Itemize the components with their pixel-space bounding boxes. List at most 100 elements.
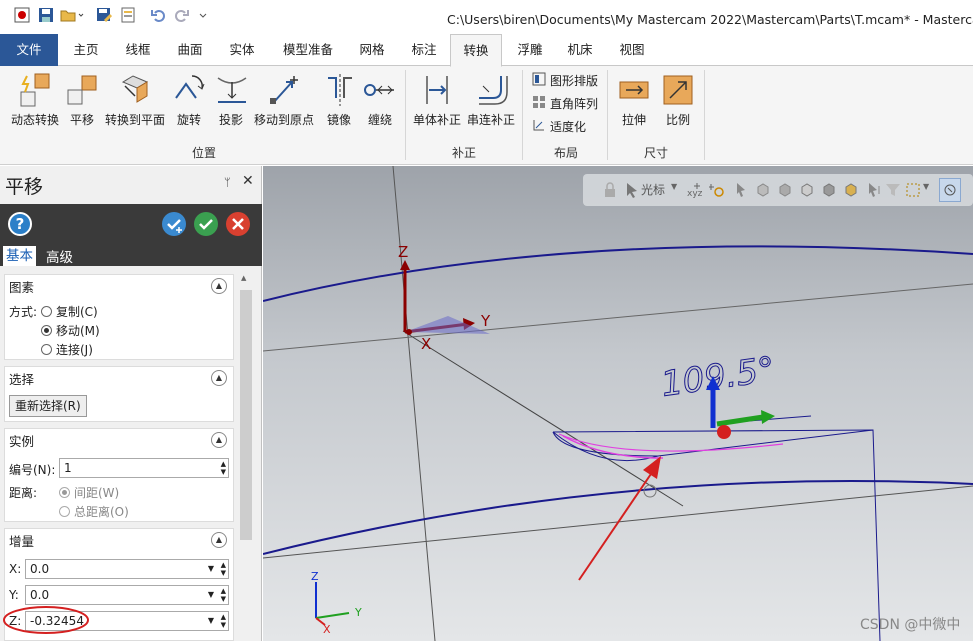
- autocursor-icon[interactable]: [708, 182, 725, 201]
- dropdown-icon[interactable]: ▼: [208, 591, 214, 599]
- tab-solids[interactable]: 实体: [220, 34, 264, 66]
- tab-model-prep[interactable]: 模型准备: [272, 34, 344, 66]
- reselect-button[interactable]: 重新选择(R): [9, 395, 87, 417]
- dropdown-icon[interactable]: ▼: [671, 182, 677, 191]
- pin-icon[interactable]: ᛘ: [224, 176, 231, 189]
- scroll-thumb[interactable]: [240, 290, 252, 540]
- tab-wireframe[interactable]: 线框: [116, 34, 160, 66]
- axis-x-label: X: [421, 335, 431, 353]
- radio-spacing[interactable]: 间距(W): [59, 484, 119, 501]
- spinner-icon[interactable]: ▲ ▼: [221, 561, 226, 577]
- select-chain-icon[interactable]: [867, 182, 883, 201]
- radio-button[interactable]: [41, 325, 52, 336]
- collapse-icon[interactable]: ▲: [211, 532, 227, 548]
- verify-select-icon[interactable]: [939, 178, 961, 202]
- redo-icon[interactable]: [174, 7, 190, 23]
- radio-button[interactable]: [59, 506, 70, 517]
- panel-scrollbar[interactable]: ▲: [238, 270, 254, 640]
- collapse-icon[interactable]: ▲: [211, 370, 227, 386]
- rotate-button[interactable]: 旋转: [172, 72, 206, 128]
- cursor-label[interactable]: 光标: [641, 181, 665, 198]
- radio-button[interactable]: [41, 306, 52, 317]
- subtab-basic[interactable]: 基本: [3, 246, 36, 266]
- edge-select-icon[interactable]: [799, 182, 815, 201]
- cursor-icon[interactable]: [625, 182, 639, 201]
- delta-x-input[interactable]: 0.0 ▼ ▲ ▼: [25, 559, 229, 579]
- lock-icon[interactable]: [603, 182, 617, 201]
- radio-move[interactable]: 移动(M): [41, 322, 100, 339]
- translate-button[interactable]: 平移: [64, 72, 100, 128]
- radio-button[interactable]: [59, 487, 70, 498]
- tab-surfaces[interactable]: 曲面: [168, 34, 212, 66]
- ok-icon[interactable]: [194, 212, 218, 236]
- select-arrow-icon[interactable]: [735, 182, 747, 201]
- dropdown-icon[interactable]: ▼: [208, 565, 214, 573]
- window-select-icon[interactable]: [905, 182, 921, 201]
- quick-access-dropdown-icon[interactable]: [198, 7, 208, 23]
- method-label: 方式:: [9, 305, 38, 319]
- tab-transform[interactable]: 转换: [450, 34, 502, 67]
- radio-copy[interactable]: 复制(C): [41, 303, 98, 320]
- move-to-origin-icon: [266, 72, 302, 108]
- tab-view[interactable]: 视图: [610, 34, 654, 66]
- body-select-icon[interactable]: [821, 182, 837, 201]
- transform-to-plane-button[interactable]: 转换到平面: [104, 72, 166, 128]
- collapse-icon[interactable]: ▲: [211, 432, 227, 448]
- spinner-icon[interactable]: ▲ ▼: [221, 587, 226, 603]
- chain-offset-button[interactable]: 串连补正: [466, 72, 516, 128]
- move-to-origin-button[interactable]: 移动到原点: [252, 72, 316, 128]
- nesting-button[interactable]: 图形排版: [532, 72, 598, 89]
- close-icon[interactable]: ✕: [242, 173, 254, 189]
- section-title: 选择: [9, 372, 35, 387]
- tab-home[interactable]: 主页: [64, 34, 108, 66]
- undo-icon[interactable]: [150, 7, 166, 23]
- shade-icon[interactable]: [843, 182, 859, 201]
- dimension-text: 109.5°: [659, 349, 778, 405]
- open-icon[interactable]: [60, 7, 84, 23]
- cancel-icon[interactable]: [226, 212, 250, 236]
- tab-drafting[interactable]: 标注: [402, 34, 446, 66]
- collapse-icon[interactable]: ▲: [211, 278, 227, 294]
- save-as-icon[interactable]: [96, 7, 113, 23]
- radio-button[interactable]: [41, 344, 52, 355]
- tab-mesh[interactable]: 网格: [350, 34, 394, 66]
- menu-tab-bar: 文件 主页 线框 曲面 实体 模型准备 网格 标注 转换 浮雕 机床 视图: [0, 34, 973, 67]
- solid-select-icon[interactable]: [755, 182, 771, 201]
- ok-and-create-new-icon[interactable]: [162, 212, 186, 236]
- stretch-button[interactable]: 拉伸: [616, 72, 652, 128]
- annotation-circle: [3, 606, 89, 634]
- dropdown-icon[interactable]: ▼: [208, 617, 214, 625]
- radio-join[interactable]: 连接(J): [41, 341, 93, 358]
- transform-to-plane-icon: [117, 72, 153, 108]
- scale-button[interactable]: 比例: [660, 72, 696, 128]
- section-selection: 选择 ▲ 重新选择(R): [4, 366, 234, 422]
- number-input[interactable]: 1 ▲ ▼: [59, 458, 229, 478]
- tab-machine[interactable]: 机床: [558, 34, 602, 66]
- dynamic-transform-button[interactable]: 动态转换: [8, 72, 62, 128]
- mirror-button[interactable]: 镜像: [322, 72, 356, 128]
- rectangular-array-button[interactable]: 直角阵列: [532, 95, 598, 112]
- save-icon[interactable]: [38, 7, 54, 23]
- small-axis-z-label: Z: [311, 570, 319, 583]
- dropdown-icon[interactable]: ▼: [923, 182, 929, 191]
- radio-total-distance[interactable]: 总距离(O): [59, 503, 129, 520]
- spinner-icon[interactable]: ▲ ▼: [221, 613, 226, 629]
- xyz-icon[interactable]: xyz: [687, 181, 707, 202]
- tab-relief[interactable]: 浮雕: [508, 34, 552, 66]
- scroll-up-icon[interactable]: ▲: [241, 274, 246, 282]
- face-select-icon[interactable]: [777, 182, 793, 201]
- help-icon[interactable]: ?: [8, 212, 32, 236]
- wrap-button[interactable]: 缠绕: [362, 72, 398, 128]
- project-button[interactable]: 投影: [214, 72, 248, 128]
- group-separator: [522, 70, 523, 160]
- selection-filter-icon[interactable]: [885, 182, 901, 201]
- fit-button[interactable]: 适度化: [532, 118, 586, 135]
- graphics-viewport[interactable]: 109.5° Z Y X Z Y X 光标 ▼ xyz ▼ CSDN @中微中: [263, 166, 973, 641]
- properties-icon[interactable]: [120, 7, 136, 23]
- spinner-icon[interactable]: ▲ ▼: [221, 460, 226, 476]
- tab-file[interactable]: 文件: [0, 34, 58, 66]
- delta-y-label: Y:: [9, 588, 19, 602]
- single-offset-button[interactable]: 单体补正: [412, 72, 462, 128]
- subtab-advanced[interactable]: 高级: [46, 246, 73, 266]
- wrap-icon: [362, 72, 398, 108]
